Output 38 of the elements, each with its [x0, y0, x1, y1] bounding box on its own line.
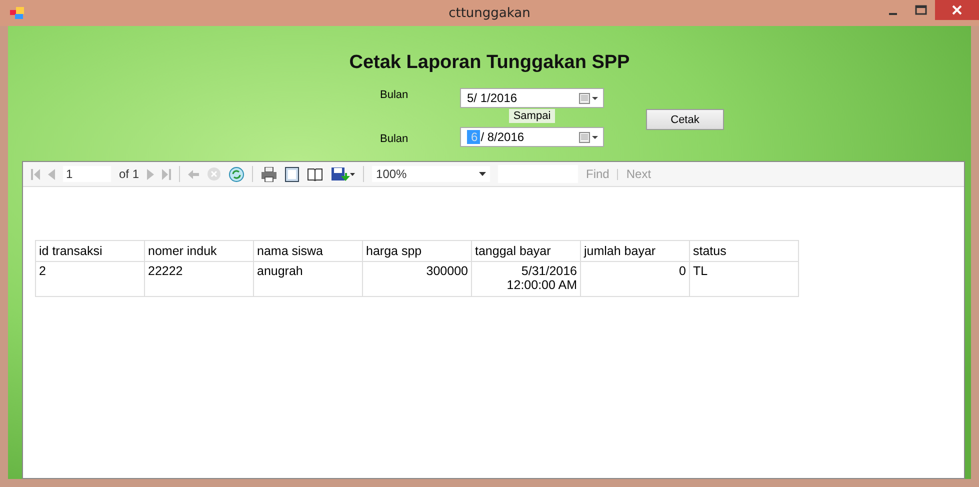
column-header: nomer induk — [144, 240, 254, 262]
month-label: Bulan — [380, 89, 410, 101]
table-cell: 2 — [36, 262, 144, 296]
table-cell: 22222 — [144, 262, 254, 296]
column-header: id transaksi — [36, 240, 144, 262]
refresh-icon[interactable] — [229, 166, 244, 182]
until-label: Sampai — [509, 109, 555, 123]
month-label: Bulan — [380, 133, 410, 145]
save-icon[interactable] — [331, 166, 356, 182]
table-cell: 300000 — [362, 262, 472, 296]
caret-icon — [479, 172, 486, 176]
table-cell: 5/31/2016 12:00:00 AM — [472, 262, 580, 296]
minimize-icon — [889, 13, 897, 15]
window-title: cttunggakan — [448, 6, 530, 20]
close-button[interactable] — [935, 0, 979, 20]
print-button[interactable]: Cetak — [646, 109, 724, 130]
column-header: jumlah bayar — [580, 240, 690, 262]
column-header: nama siswa — [254, 240, 362, 262]
zoom-dropdown[interactable]: 100% — [372, 166, 490, 182]
app-icon — [10, 7, 24, 19]
printer-icon[interactable] — [261, 166, 278, 182]
table-cell: 0 — [580, 262, 690, 296]
table-cell: anugrah — [254, 262, 362, 296]
book-icon[interactable] — [307, 168, 324, 180]
column-header: tanggal bayar — [472, 240, 580, 262]
report-heading: Cetak Laporan Tunggakan SPP — [349, 52, 630, 74]
maximize-icon — [915, 5, 927, 15]
table-cell: TL — [690, 262, 798, 296]
page-layout-icon[interactable] — [285, 166, 300, 182]
column-header: harga spp — [362, 240, 472, 262]
date-picker[interactable]: 6 / 8/2016 — [460, 127, 604, 147]
calendar-dropdown-icon[interactable] — [579, 132, 599, 142]
calendar-dropdown-icon[interactable] — [579, 92, 599, 104]
date-picker[interactable]: 5/ 1/2016 — [460, 88, 604, 108]
close-icon — [952, 5, 962, 15]
page-number-field[interactable]: 1 — [63, 166, 111, 182]
page-count: of 1 — [119, 167, 140, 181]
column-header: status — [690, 240, 798, 262]
